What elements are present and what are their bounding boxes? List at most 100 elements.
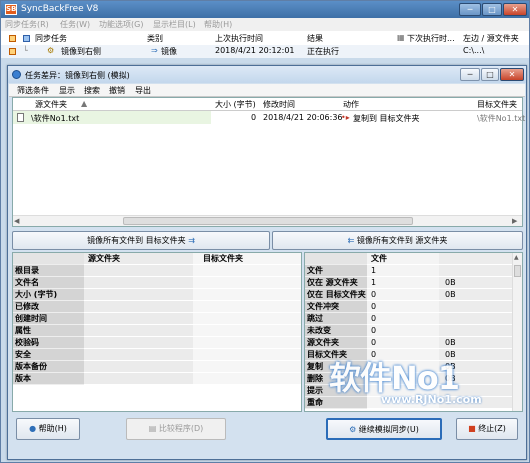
scroll-up-icon[interactable]: ▲ [514, 254, 519, 261]
row-modified: 2018/4/21 20:06:36 [263, 113, 343, 122]
compare-label: 根目录 [13, 265, 84, 277]
app-title-bar[interactable]: SB SyncBackFree V8 ─ □ ✕ [1, 1, 529, 18]
help-icon: ● [29, 424, 39, 433]
copy-arrow-icon: •▸ [341, 113, 350, 122]
summary-col-files: 文件 [367, 253, 439, 265]
compare-label: 大小 (字节) [13, 289, 84, 301]
profile-type: 镜像 [161, 47, 177, 56]
continue-simulation-button[interactable]: ⚙ 继续模拟同步(U) [326, 418, 442, 440]
col-next-run[interactable]: 下次执行时... [407, 33, 455, 44]
menu-tasks[interactable]: 任务(W) [60, 19, 90, 30]
help-label: 帮助(H) [38, 424, 67, 433]
col-result[interactable]: 结果 [307, 33, 323, 44]
dialog-menubar: 筛选条件 显示 搜索 撤销 导出 [9, 84, 525, 97]
dialog-maximize-button[interactable]: □ [481, 68, 499, 81]
maximize-button[interactable]: □ [482, 3, 502, 16]
scroll-right-icon[interactable]: ▶ [512, 217, 517, 225]
row-action: 复制到 目标文件夹 [353, 114, 420, 123]
vertical-scrollbar[interactable]: ▲ [512, 253, 522, 411]
menu-help[interactable]: 帮助(H) [204, 19, 232, 30]
list-item: 源文件夹 0 0B [305, 337, 512, 349]
menu-export[interactable]: 导出 [135, 85, 151, 96]
list-header: 源文件夹 ▲ 大小 (字节) 修改时间 动作 目标文件夹 [13, 98, 522, 111]
compare-label: 属性 [13, 325, 84, 337]
row-target: \软件No1.txt [477, 114, 526, 123]
minimize-button[interactable]: ─ [459, 3, 481, 16]
list-item: 跳过 0 [305, 313, 512, 325]
menu-undo[interactable]: 撤销 [109, 85, 125, 96]
col-source[interactable]: 源文件夹 [35, 99, 67, 110]
profile-group-icon [23, 35, 30, 42]
col-left-source[interactable]: 左边 / 源文件夹 [463, 33, 519, 44]
mirror-left-icon: ⇇ [347, 236, 357, 245]
mirror-right-icon: ⇉ [188, 236, 195, 245]
table-row[interactable]: \软件No1.txt 0 2018/4/21 20:06:36 •▸ 复制到 目… [13, 111, 526, 124]
profile-left-source: C:\...\ [463, 46, 485, 55]
calendar-icon: ▦ [397, 33, 405, 42]
app-title: SyncBackFree V8 [21, 4, 99, 14]
dialog-minimize-button[interactable]: ─ [460, 68, 480, 81]
expand-icon[interactable] [9, 35, 16, 42]
list-item: 根目录 [13, 265, 301, 277]
sort-ascending-icon: ▲ [81, 99, 88, 108]
col-type[interactable]: 类别 [147, 33, 163, 44]
gear-icon: ⚙ [47, 46, 55, 55]
compare-col-source: 源文件夹 [84, 253, 193, 265]
menu-options[interactable]: 功能选项(G) [99, 19, 143, 30]
menu-profiles[interactable]: 同步任务(R) [5, 19, 49, 30]
profile-checkbox-icon[interactable] [9, 48, 16, 55]
list-item: 校验码 [13, 337, 301, 349]
col-target[interactable]: 目标文件夹 [477, 99, 517, 110]
mirror-to-target-label: 镜像所有文件到 目标文件夹 [87, 236, 186, 245]
list-item: 文件冲突 0 [305, 301, 512, 313]
col-profile-name[interactable]: 同步任务 [35, 33, 67, 44]
stop-button[interactable]: ■ 终止(Z) [456, 418, 518, 440]
menu-display[interactable]: 显示 [59, 85, 75, 96]
profile-row[interactable]: └ ⚙ 镜像到右侧 ⇒ 镜像 2018/4/21 20:12:01 正在执行 C… [1, 45, 529, 58]
list-item: 安全 [13, 349, 301, 361]
watermark-url: www.RJNo1.com [381, 393, 482, 406]
list-item: 创建时间 [13, 313, 301, 325]
tree-line-icon: └ [23, 46, 28, 55]
profile-list: 同步任务 类别 上次执行时间 结果 ▦ 下次执行时... 左边 / 源文件夹 └… [1, 31, 529, 58]
compare-icon: ▤ [148, 424, 159, 433]
close-button[interactable]: ✕ [503, 3, 527, 16]
menu-search[interactable]: 搜索 [84, 85, 100, 96]
row-size: 0 [251, 113, 257, 122]
profile-list-header: 同步任务 类别 上次执行时间 结果 ▦ 下次执行时... 左边 / 源文件夹 [1, 32, 529, 45]
differences-list: 源文件夹 ▲ 大小 (字节) 修改时间 动作 目标文件夹 \软件No1.txt … [12, 97, 526, 227]
list-item: 未改变 0 [305, 325, 512, 337]
col-size[interactable]: 大小 (字节) [215, 99, 256, 110]
horizontal-scrollbar[interactable]: ◀ ▶ [13, 215, 522, 226]
help-button[interactable]: ● 帮助(H) [16, 418, 80, 440]
list-item: 版本 [13, 373, 301, 385]
compare-label: 安全 [13, 349, 84, 361]
list-item: 版本备份 [13, 361, 301, 373]
compare-program-button[interactable]: ▤ 比较程序(D) [126, 418, 226, 440]
list-item: 仅在 源文件夹 1 0B [305, 277, 512, 289]
menu-columns[interactable]: 显示栏目(L) [153, 19, 196, 30]
mirror-to-target-button[interactable]: 镜像所有文件到 目标文件夹 ⇉ [12, 231, 270, 250]
scroll-thumb[interactable] [514, 265, 521, 277]
compare-header-row: 源文件夹 目标文件夹 [13, 253, 301, 265]
col-modified[interactable]: 修改时间 [263, 99, 295, 110]
dialog-title-bar[interactable]: 任务差异：镜像到右侧 (模拟) ─ □ ✕ [8, 66, 526, 83]
col-action[interactable]: 动作 [343, 99, 359, 110]
compare-label: 版本备份 [13, 361, 84, 373]
dialog-title: 任务差异：镜像到右侧 (模拟) [25, 71, 130, 80]
mirror-to-source-button[interactable]: ⇇ 镜像所有文件到 源文件夹 [272, 231, 523, 250]
profile-name: 镜像到右侧 [61, 47, 101, 56]
compare-label: 校验码 [13, 337, 84, 349]
row-source: \软件No1.txt [31, 114, 80, 123]
menu-filter[interactable]: 筛选条件 [17, 85, 49, 96]
compare-col-target: 目标文件夹 [193, 253, 301, 265]
compare-label: 比较程序(D) [158, 424, 204, 433]
list-item: 文件名 [13, 277, 301, 289]
col-last-run[interactable]: 上次执行时间 [215, 33, 263, 44]
dialog-close-button[interactable]: ✕ [500, 68, 524, 81]
file-icon [17, 113, 24, 122]
mirror-to-source-label: 镜像所有文件到 源文件夹 [356, 236, 448, 245]
compare-label: 创建时间 [13, 313, 84, 325]
scroll-left-icon[interactable]: ◀ [14, 217, 19, 225]
scroll-thumb[interactable] [123, 217, 413, 225]
